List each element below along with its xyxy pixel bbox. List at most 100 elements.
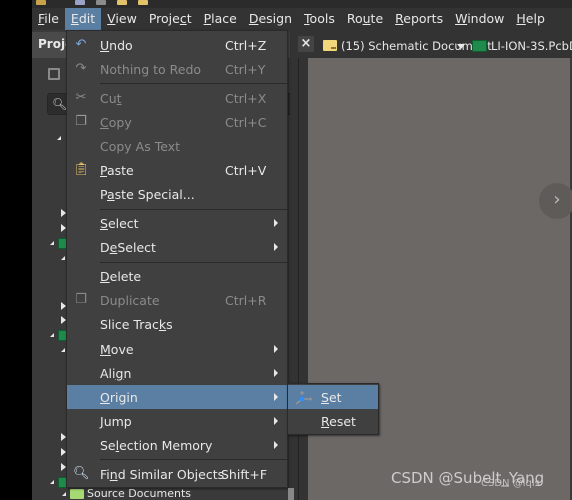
tab-schematic-document[interactable]: (15) Schematic Document [341,39,492,53]
menu-item-label: Duplicate [100,293,160,308]
find-similar-icon: 🔍︎ [73,466,90,481]
menu-item-copy-as-text[interactable]: Copy As Text [67,134,287,158]
menu-item-label: Align [100,366,132,381]
menu-separator [100,209,287,210]
shortcut-label: Ctrl+Z [225,38,267,53]
next-arrow-button[interactable]: › [539,183,572,219]
shortcut-label: Ctrl+C [225,115,267,130]
menu-label: t [186,11,192,26]
menu-item-duplicate[interactable]: ❐ Duplicate Ctrl+R [67,288,287,312]
menu-item-label: Selection Memory [100,438,213,453]
tree-expand-icon[interactable] [61,348,65,352]
origin-submenu: Set Reset [287,383,379,435]
tab-pcb-document[interactable]: LI-ION-3S.PcbDoc [491,39,572,53]
menu-item-jump[interactable]: Jump [67,409,287,433]
menu-route[interactable]: Route [341,8,389,30]
menu-item-slice-tracks[interactable]: Slice Tracks [67,312,287,336]
menu-place[interactable]: Place [198,8,243,30]
menu-accel: u [362,11,371,26]
submenu-arrow-icon [274,243,278,251]
tree-expand-icon[interactable] [57,136,61,140]
screen-left-edge [0,0,32,500]
menu-item-label: Delete [100,269,142,284]
close-icon[interactable]: × [298,36,314,52]
menu-label: lace [211,11,237,26]
menu-label: elp [525,11,545,26]
submenu-item-reset[interactable]: Reset [288,409,378,433]
menu-label: indow [467,11,505,26]
save-icon[interactable] [48,68,60,80]
menu-item-label: Select [100,216,139,231]
toolbar-icon[interactable] [96,0,106,5]
menu-item-copy[interactable]: ❐ Copy Ctrl+C [67,110,287,134]
menu-item-select[interactable]: Select [67,211,287,235]
duplicate-icon: ❐ [75,292,87,307]
menu-reports[interactable]: Reports [389,8,449,30]
toolbar-icon[interactable] [75,0,85,5]
menu-item-label: Slice Tracks [100,317,173,332]
menu-item-paste[interactable]: 📋︎ Paste Ctrl+V [67,158,287,182]
submenu-item-label: Set [321,390,342,405]
menu-item-align[interactable]: Align [67,361,287,385]
menu-item-label: Origin [100,390,138,405]
submenu-arrow-icon [274,417,278,425]
chevron-down-icon[interactable] [457,44,465,49]
menu-label: eports [403,11,444,26]
menu-item-origin[interactable]: Origin [67,385,287,409]
menu-tools[interactable]: Tools [298,8,341,30]
redo-icon: ↷ [75,61,87,76]
tree-expand-icon[interactable] [62,492,66,496]
menu-window[interactable]: Window [449,8,510,30]
shortcut-label: Shift+F [221,467,268,482]
set-origin-icon [295,391,312,405]
menu-item-move[interactable]: Move [67,337,287,361]
submenu-item-label: Reset [321,414,356,429]
toolbar-icon[interactable] [117,0,127,5]
menu-file[interactable]: File [32,8,65,30]
menu-design[interactable]: Design [243,8,298,30]
menu-project[interactable]: Project [143,8,198,30]
document-tab-bar: × (15) Schematic Document LI-ION-3S.PcbD… [290,30,572,58]
menu-accel: E [70,11,79,26]
toolbar-icon[interactable] [138,0,148,5]
menu-item-label: Move [100,342,134,357]
submenu-arrow-icon [274,441,278,449]
menu-accel: W [455,11,468,26]
menu-item-paste-special[interactable]: Paste Special... [67,182,287,206]
menu-item-label: Copy As Text [100,139,180,154]
menu-view[interactable]: View [101,8,143,30]
menu-label: esign [258,11,293,26]
submenu-arrow-icon [274,393,278,401]
menu-item-undo[interactable]: ↶ Undo Ctrl+Z [67,33,287,57]
menu-label: dit [78,11,96,26]
toolbar-icon[interactable] [36,0,46,5]
menu-accel: c [179,11,187,26]
shortcut-label: Ctrl+V [225,163,267,178]
menu-item-cut[interactable]: ✂ Cut Ctrl+X [67,86,287,110]
tree-item-source-documents[interactable]: Source Documents [87,487,191,500]
menu-item-redo[interactable]: ↷ Nothing to Redo Ctrl+Y [67,57,287,81]
submenu-arrow-icon [274,369,278,377]
menu-item-find-similar-objects[interactable]: 🔍︎ Find Similar Objects Shift+F [67,462,287,486]
menu-label: te [370,11,384,26]
tree-expand-icon[interactable] [50,480,54,484]
submenu-item-set[interactable]: Set [288,385,378,409]
menu-accel: H [516,11,526,26]
menu-label: ools [309,11,335,26]
menu-help[interactable]: Help [510,8,551,30]
menu-item-label: Paste [100,163,134,178]
menu-item-deselect[interactable]: DeSelect [67,235,287,259]
menu-separator [100,459,287,460]
menu-edit[interactable]: Edit [64,8,102,30]
menu-item-selection-memory[interactable]: Selection Memory [67,433,287,457]
menu-item-delete[interactable]: Delete [67,264,287,288]
paste-icon: 📋︎ [73,162,90,177]
menu-separator [100,83,287,84]
tree-expand-icon[interactable] [61,256,65,260]
menu-bar: File Edit View Project Place Design Tool… [32,8,572,30]
menu-item-label: Cut [100,91,122,106]
tree-expand-icon[interactable] [50,241,54,245]
panel-scrollbar[interactable] [288,488,294,500]
tree-expand-icon[interactable] [50,333,54,337]
copy-icon: ❐ [75,114,87,129]
